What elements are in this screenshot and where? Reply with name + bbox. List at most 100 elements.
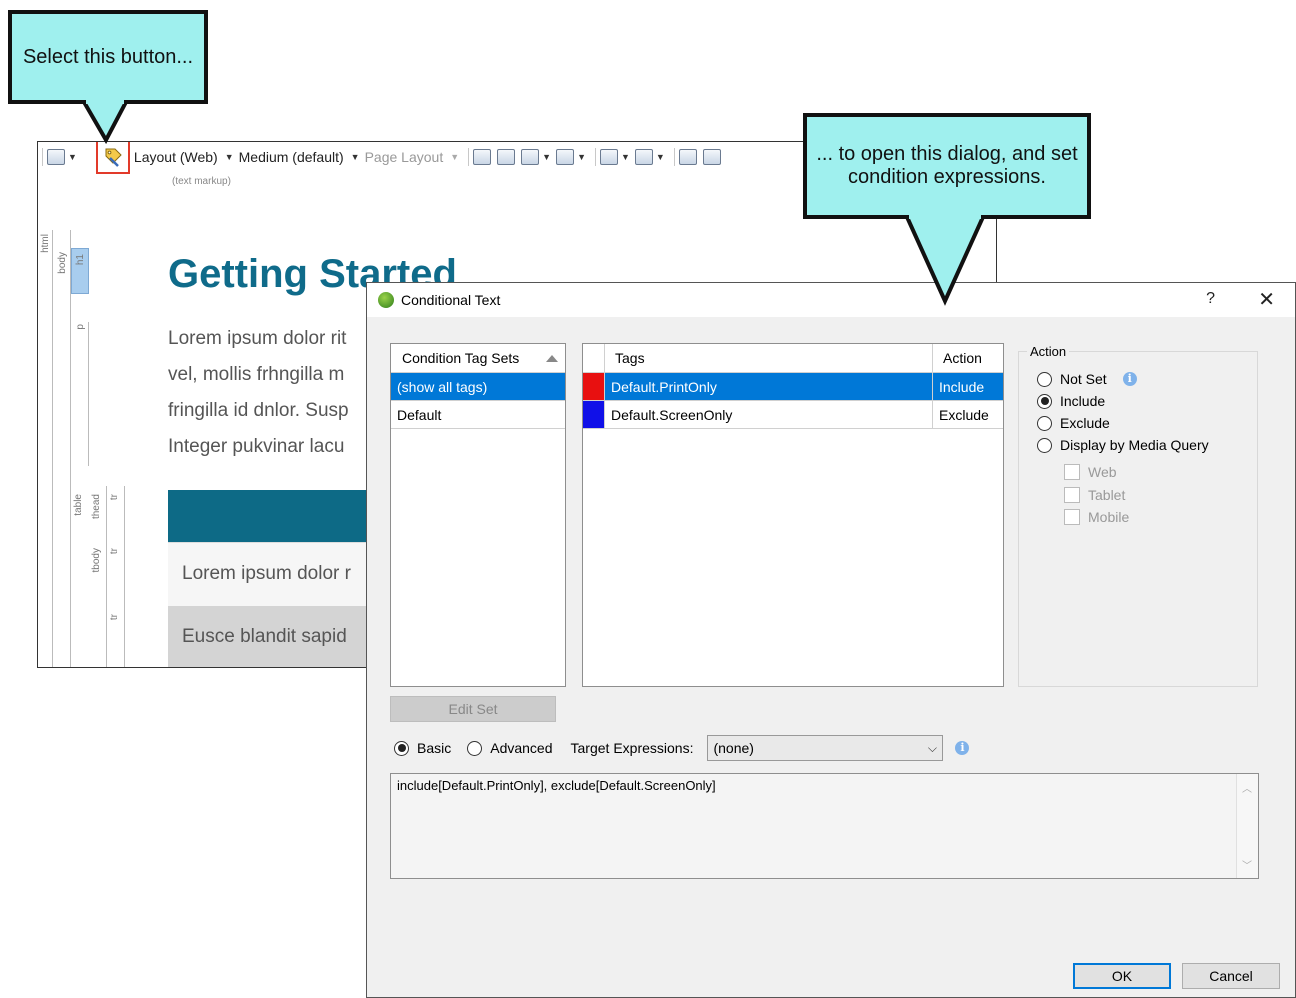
show-changes-button[interactable] <box>497 146 516 168</box>
variable-dropdown-arrow[interactable]: ▼ <box>621 152 630 162</box>
table-cell-text: Lorem ipsum dolor r <box>182 563 351 584</box>
checkbox-box[interactable] <box>1064 464 1080 480</box>
basic-radio[interactable] <box>394 740 409 756</box>
tag-set-item[interactable]: (show all tags) <box>391 373 565 401</box>
condition-tag-icon <box>105 148 122 167</box>
snippet-dropdown-arrow[interactable]: ▼ <box>656 152 665 162</box>
radio-circle[interactable] <box>1037 437 1052 453</box>
tag-row[interactable]: Default.ScreenOnly Exclude <box>583 401 1003 429</box>
image-dropdown-arrow[interactable]: ▼ <box>542 152 551 162</box>
page-layout-dropdown[interactable]: Page Layout <box>365 149 444 165</box>
structure-label-tbody[interactable]: tbody <box>91 548 102 572</box>
preview-dropdown-arrow[interactable]: ▼ <box>68 152 77 162</box>
tags-list[interactable]: Tags Action Default.PrintOnly Include De… <box>582 343 1004 687</box>
changes-icon <box>497 149 516 165</box>
show-tags-button[interactable] <box>473 146 492 168</box>
checkbox-box[interactable] <box>1064 487 1080 503</box>
structure-label-table[interactable]: table <box>73 494 84 516</box>
tag-name: Default.ScreenOnly <box>605 401 933 428</box>
checkbox-tablet[interactable]: Tablet <box>1064 487 1125 503</box>
edit-set-button[interactable]: Edit Set <box>390 696 556 722</box>
radio-display-by-media-query[interactable]: Display by Media Query <box>1037 437 1209 453</box>
structure-bar: html body h1 p table thead tr tbody tr t… <box>38 230 156 667</box>
radio-exclude[interactable]: Exclude <box>1037 415 1110 431</box>
tag-action[interactable]: Include <box>933 373 1003 400</box>
conditional-text-button[interactable] <box>95 142 130 174</box>
paragraph-line[interactable]: vel, mollis frhngilla m <box>168 364 344 386</box>
structure-label-p[interactable]: p <box>75 324 86 330</box>
sets-column-header[interactable]: Condition Tag Sets <box>391 344 565 373</box>
checkbox-box[interactable] <box>1064 509 1080 525</box>
cancel-button[interactable]: Cancel <box>1182 963 1280 989</box>
paragraph-line[interactable]: Lorem ipsum dolor rit <box>168 328 346 350</box>
markers-button[interactable] <box>556 146 575 168</box>
paragraph-line[interactable]: fringilla id dnlor. Susp <box>168 400 349 422</box>
help-button[interactable]: ? <box>1206 290 1215 308</box>
target-expressions-select[interactable]: (none) ⌵ <box>707 735 944 761</box>
basic-label[interactable]: Basic <box>417 740 451 756</box>
structure-label-tr[interactable]: tr <box>109 548 120 554</box>
image-button[interactable] <box>521 146 540 168</box>
preview-button[interactable] <box>47 146 65 168</box>
advanced-label[interactable]: Advanced <box>490 740 552 756</box>
action-groupbox: Action Not Set i Include Exclude Display… <box>1018 344 1258 687</box>
structure-label-html[interactable]: html <box>40 234 51 253</box>
radio-label: Include <box>1060 393 1106 409</box>
condition-tag-sets-list[interactable]: Condition Tag Sets (show all tags) Defau… <box>390 343 566 687</box>
variable-button[interactable] <box>599 146 618 168</box>
checkbox-label: Web <box>1088 464 1117 480</box>
structure-label-body[interactable]: body <box>57 252 68 274</box>
radio-circle[interactable] <box>1037 371 1052 387</box>
expression-text: include[Default.PrintOnly], exclude[Defa… <box>397 778 716 793</box>
markers-dropdown-arrow[interactable]: ▼ <box>577 152 586 162</box>
dialog-titlebar[interactable]: Conditional Text ? ✕ <box>367 283 1295 317</box>
ci-button[interactable] <box>702 146 721 168</box>
toolbar-separator <box>673 148 675 166</box>
medium-dropdown[interactable]: Medium (default) <box>239 149 344 165</box>
callout-select-text: Select this button... <box>22 45 194 68</box>
tag-set-label: (show all tags) <box>397 378 488 395</box>
tag-row[interactable]: Default.PrintOnly Include <box>583 373 1003 401</box>
checkbox-web[interactable]: Web <box>1064 464 1117 480</box>
ci-icon <box>702 149 721 165</box>
layout-dropdown-arrow[interactable]: ▼ <box>225 152 234 162</box>
structure-label-tr[interactable]: tr <box>109 494 120 500</box>
scroll-up-icon[interactable]: ︿ <box>1242 780 1252 795</box>
page-layout-dropdown-arrow[interactable]: ▼ <box>450 152 459 162</box>
tag-set-label: Default <box>397 406 442 423</box>
action-group-legend: Action <box>1027 344 1070 359</box>
tag-set-item[interactable]: Default <box>391 401 565 429</box>
swatch-column-header <box>583 344 605 372</box>
info-icon[interactable]: i <box>955 741 970 755</box>
radio-not-set[interactable]: Not Set i <box>1037 371 1137 387</box>
checkbox-mobile[interactable]: Mobile <box>1064 509 1129 525</box>
medium-dropdown-arrow[interactable]: ▼ <box>351 152 360 162</box>
radio-label: Display by Media Query <box>1060 437 1209 453</box>
checkbox-label: Mobile <box>1088 509 1130 525</box>
structure-label-tr[interactable]: tr <box>109 614 120 620</box>
layout-dropdown[interactable]: Layout (Web) <box>134 149 218 165</box>
structure-label-h1[interactable]: h1 <box>75 254 86 265</box>
tags-list-header: Tags Action <box>583 344 1003 373</box>
indicators-button[interactable] <box>678 146 697 168</box>
indicators-icon <box>678 149 697 165</box>
radio-include[interactable]: Include <box>1037 393 1105 409</box>
snippet-button[interactable] <box>634 146 653 168</box>
close-button[interactable]: ✕ <box>1258 287 1275 312</box>
tag-action[interactable]: Exclude <box>933 401 1003 428</box>
expression-textarea[interactable]: include[Default.PrintOnly], exclude[Defa… <box>390 773 1259 879</box>
radio-label: Exclude <box>1060 415 1110 431</box>
expression-scrollbar[interactable]: ︿ ﹀ <box>1236 774 1258 878</box>
mode-row: Basic Advanced Target Expressions: (none… <box>394 735 970 761</box>
info-icon[interactable]: i <box>1122 372 1137 386</box>
action-column-header[interactable]: Action <box>933 344 1003 372</box>
ok-button[interactable]: OK <box>1073 963 1171 989</box>
radio-circle[interactable] <box>1037 415 1052 431</box>
scroll-down-icon[interactable]: ﹀ <box>1242 857 1252 872</box>
target-expressions-label: Target Expressions: <box>570 740 694 756</box>
radio-circle[interactable] <box>1037 393 1052 409</box>
advanced-radio[interactable] <box>467 740 483 756</box>
paragraph-line[interactable]: Integer pukvinar lacu <box>168 436 344 458</box>
structure-label-thead[interactable]: thead <box>91 494 102 519</box>
tags-column-header[interactable]: Tags <box>605 344 933 372</box>
